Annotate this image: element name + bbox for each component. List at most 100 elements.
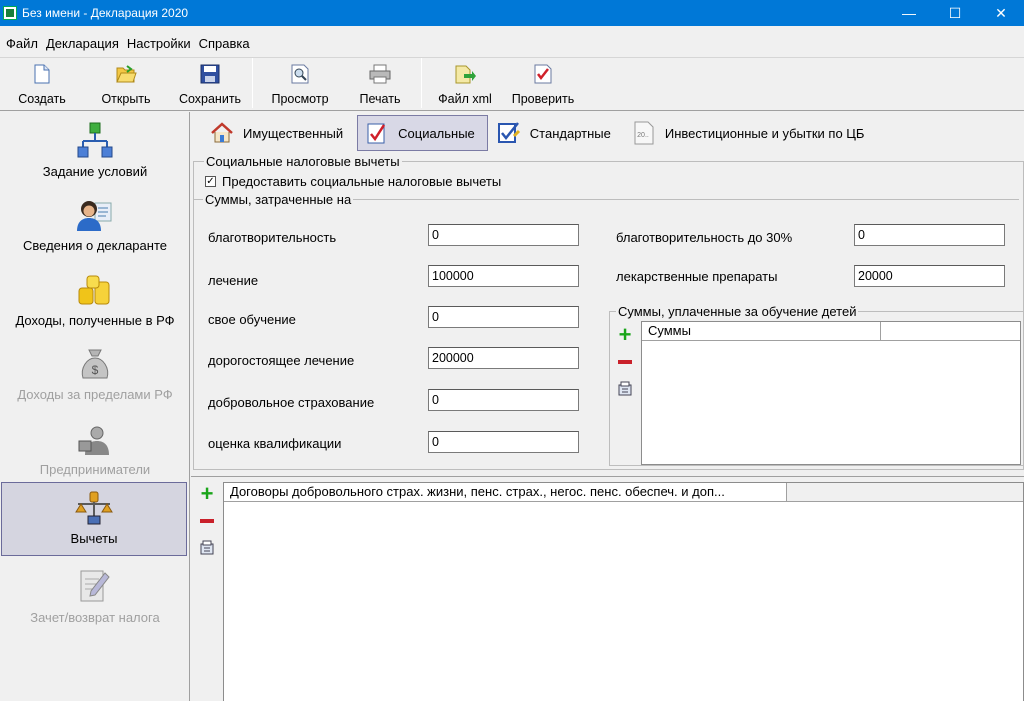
edit-record-icon[interactable] (616, 380, 634, 398)
qualification-input[interactable] (428, 431, 579, 453)
field-label-charity-30: благотворительность до 30% (616, 230, 793, 245)
app-icon (3, 6, 17, 20)
checkbox-pen-icon (496, 120, 522, 146)
social-panel: Социальные налоговые вычеты ✓ Предостави… (191, 154, 1024, 472)
treatment-input[interactable] (428, 265, 579, 287)
own-education-input[interactable] (428, 306, 579, 328)
create-label: Создать (18, 92, 66, 106)
window-title: Без имени - Декларация 2020 (22, 6, 189, 20)
nav-item-deductions[interactable]: Вычеты (1, 482, 187, 556)
tab-standard[interactable]: Стандартные (490, 115, 623, 151)
contracts-col[interactable]: Договоры добровольного страх. жизни, пен… (224, 483, 787, 501)
check-label: Проверить (511, 92, 575, 106)
coins-icon (75, 270, 115, 310)
provide-deductions-checkbox[interactable]: ✓ Предоставить социальные налоговые выче… (205, 174, 501, 189)
deduction-tabs: Имущественный Социальные Стандартные 20.… (191, 113, 1024, 153)
house-icon (209, 120, 235, 146)
svg-text:$: $ (92, 363, 99, 377)
checklist-icon (364, 120, 390, 146)
field-label-own-education: свое обучение (208, 312, 296, 327)
nav-label: Зачет/возврат налога (30, 610, 160, 625)
nav-item-income-abroad[interactable]: $ Доходы за пределами РФ (0, 339, 190, 413)
expensive-treatment-input[interactable] (428, 347, 579, 369)
remove-icon[interactable] (616, 353, 634, 371)
nav-item-tax-refund[interactable]: Зачет/возврат налога (0, 562, 190, 636)
close-button[interactable]: ✕ (978, 0, 1024, 26)
nav-label: Вычеты (70, 531, 118, 546)
menu-bar: Файл Декларация Настройки Справка (0, 33, 1024, 53)
medicines-input[interactable] (854, 265, 1005, 287)
field-label-expensive-treatment: дорогостоящее лечение (208, 353, 355, 368)
nav-label: Задание условий (42, 164, 148, 179)
provide-label: Предоставить социальные налоговые вычеты (222, 174, 502, 189)
printer-icon (369, 62, 391, 86)
field-label-voluntary-insurance: добровольное страхование (208, 395, 375, 410)
add-icon[interactable]: + (616, 324, 634, 346)
remove-icon[interactable] (198, 512, 216, 530)
person-icon (75, 195, 115, 235)
xml-file-button[interactable]: Файл xml (426, 58, 504, 110)
print-label: Печать (359, 92, 401, 106)
save-button[interactable]: Сохранить (172, 58, 248, 110)
create-button[interactable]: Создать (4, 58, 80, 110)
tab-investment[interactable]: 20.. Инвестиционные и убытки по ЦБ (625, 115, 877, 151)
tab-label: Стандартные (529, 125, 611, 141)
title-bar: Без имени - Декларация 2020 — ☐ ✕ (0, 0, 1024, 26)
charity-30-input[interactable] (854, 224, 1005, 246)
contracts-area: + Договоры добровольного страх. жизни, п… (191, 476, 1024, 701)
check-button[interactable]: Проверить (504, 58, 582, 110)
nav-label: Сведения о декларанте (23, 238, 167, 253)
toolbar-separator (421, 58, 422, 108)
verify-icon (532, 62, 554, 86)
nav-label: Предприниматели (39, 462, 151, 477)
left-nav: Задание условий Сведения о декларанте До… (0, 112, 190, 701)
nav-item-declarant[interactable]: Сведения о декларанте (0, 190, 190, 264)
field-label-treatment: лечение (208, 273, 259, 288)
print-button[interactable]: Печать (343, 58, 417, 110)
spent-title: Суммы, затраченные на (205, 192, 352, 207)
children-title: Суммы, уплаченные за обучение детей (618, 304, 857, 319)
children-col-sums[interactable]: Суммы (642, 322, 881, 340)
tab-label: Инвестиционные и убытки по ЦБ (664, 125, 865, 141)
preview-icon (289, 62, 311, 86)
svg-text:20..: 20.. (637, 132, 649, 139)
edit-record-icon[interactable] (198, 539, 216, 557)
menu-settings[interactable]: Настройки (125, 36, 197, 51)
businessman-icon (75, 419, 115, 459)
field-label-qualification: оценка квалификации (208, 436, 342, 451)
contracts-grid[interactable]: Договоры добровольного страх. жизни, пен… (223, 482, 1024, 701)
children-grid[interactable]: Суммы (641, 321, 1021, 465)
preview-label: Просмотр (271, 92, 329, 106)
tab-label: Имущественный (243, 125, 344, 141)
maximize-button[interactable]: ☐ (932, 0, 978, 26)
xml-file-label: Файл xml (438, 92, 492, 106)
scales-icon (74, 488, 114, 528)
field-label-charity: благотворительность (208, 230, 337, 245)
menu-declaration[interactable]: Декларация (44, 36, 125, 51)
charity-input[interactable] (428, 224, 579, 246)
minimize-button[interactable]: — (886, 0, 932, 26)
nav-item-income-rf[interactable]: Доходы, полученные в РФ (0, 265, 190, 339)
tab-property[interactable]: Имущественный (203, 115, 355, 151)
open-folder-icon (115, 62, 137, 86)
field-label-medicines: лекарственные препараты (616, 269, 778, 284)
new-document-icon (31, 62, 53, 86)
preview-button[interactable]: Просмотр (257, 58, 343, 110)
tab-label: Социальные (398, 125, 475, 141)
nav-item-entrepreneurs[interactable]: Предприниматели (0, 414, 190, 488)
checkbox-box[interactable]: ✓ (205, 176, 216, 187)
menu-file[interactable]: Файл (4, 36, 44, 51)
social-group-title: Социальные налоговые вычеты (206, 154, 400, 169)
floppy-disk-icon (199, 62, 221, 86)
nav-label: Доходы, полученные в РФ (15, 313, 175, 328)
voluntary-insurance-input[interactable] (428, 389, 579, 411)
open-button[interactable]: Открыть (80, 58, 172, 110)
document-pen-icon (75, 567, 115, 607)
toolbar: Создать Открыть Сохранить Просмотр Печат… (0, 57, 1024, 111)
tab-social[interactable]: Социальные (357, 115, 488, 151)
add-icon[interactable]: + (198, 483, 216, 505)
menu-help[interactable]: Справка (197, 36, 256, 51)
nav-item-conditions[interactable]: Задание условий (0, 116, 190, 190)
open-label: Открыть (101, 92, 151, 106)
money-bag-icon: $ (75, 344, 115, 384)
